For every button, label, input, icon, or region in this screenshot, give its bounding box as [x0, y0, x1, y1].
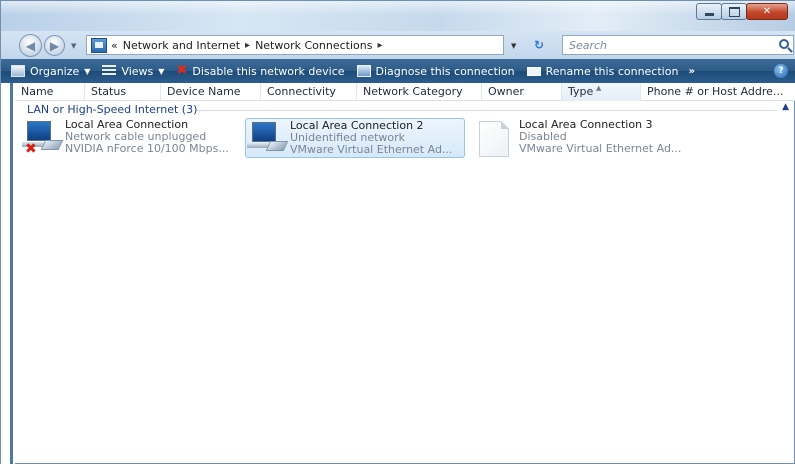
diagnose-label: Diagnose this connection [375, 64, 515, 78]
disable-device-button[interactable]: ✖ Disable this network device [170, 59, 350, 83]
views-icon [102, 65, 117, 77]
disable-x-icon: ✖ [176, 63, 188, 78]
connection-item[interactable]: ✖ Local Area Connection Network cable un… [21, 118, 241, 158]
document-icon [479, 121, 509, 157]
network-cable-icon [40, 140, 64, 150]
connection-details: Local Area Connection 3 Disabled VMware … [519, 118, 681, 158]
column-phone-host[interactable]: Phone # or Host Addre... [641, 83, 795, 101]
connection-device: VMware Virtual Ethernet Ad... [290, 143, 453, 156]
breadcrumb-overflow[interactable]: « [111, 39, 118, 52]
organize-button[interactable]: Organize ▼ [1, 59, 96, 83]
column-headers: Name Status Device Name Connectivity Net… [15, 83, 795, 101]
breadcrumb-network-connections[interactable]: Network Connections [255, 39, 372, 52]
network-pc-icon [246, 119, 290, 159]
chevron-down-icon: ▼ [158, 66, 165, 76]
refresh-button[interactable]: ↻ [525, 35, 553, 55]
help-icon[interactable]: ? [774, 64, 788, 78]
connection-item[interactable]: Local Area Connection 3 Disabled VMware … [475, 118, 695, 158]
monitor-icon [247, 122, 281, 148]
search-icon[interactable] [779, 39, 789, 49]
group-divider [197, 110, 777, 111]
column-connectivity[interactable]: Connectivity [261, 83, 357, 101]
breadcrumb-network-and-internet[interactable]: Network and Internet [123, 39, 240, 52]
rename-button[interactable]: Rename this connection » [521, 59, 701, 83]
address-dropdown[interactable]: ▼ [511, 42, 516, 50]
diagnose-button[interactable]: Diagnose this connection [351, 59, 521, 83]
column-status[interactable]: Status [85, 83, 161, 101]
close-button[interactable]: ✕ [746, 3, 788, 20]
organize-label: Organize [30, 64, 80, 78]
group-label: LAN or High-Speed Internet (3) [27, 103, 204, 116]
diagnose-icon [356, 65, 371, 77]
chevron-down-icon: ▼ [84, 66, 91, 76]
forward-button[interactable]: ▶ [44, 35, 65, 56]
organize-icon [11, 65, 25, 77]
views-button[interactable]: Views ▼ [96, 59, 170, 83]
disable-label: Disable this network device [192, 64, 345, 78]
title-bar[interactable]: ✕ [1, 1, 795, 31]
pane-splitter[interactable] [10, 83, 13, 464]
group-header[interactable]: LAN or High-Speed Internet (3) ▲ [27, 102, 789, 117]
command-bar: Organize ▼ Views ▼ ✖ Disable this networ… [1, 59, 795, 83]
connection-details: Local Area Connection 2 Unidentified net… [290, 119, 452, 157]
explorer-window: ✕ ◀ ▶ ▼ « Network and Internet ▸ Network… [0, 0, 795, 464]
more-commands-icon[interactable]: » [688, 66, 694, 77]
breadcrumb-separator[interactable]: ▸ [245, 40, 250, 51]
column-type-label: Type [568, 85, 594, 98]
caption-buttons: ✕ [696, 3, 788, 20]
column-type[interactable]: ▲ Type [562, 83, 641, 101]
recent-pages-dropdown[interactable]: ▼ [71, 42, 76, 50]
search-placeholder: Search [569, 38, 608, 52]
sort-ascending-icon: ▲ [596, 84, 602, 92]
connection-item-selected[interactable]: Local Area Connection 2 Unidentified net… [245, 118, 465, 158]
rename-label: Rename this connection [545, 64, 679, 78]
views-label: Views [121, 64, 154, 78]
address-row: ◀ ▶ ▼ « Network and Internet ▸ Network C… [1, 31, 795, 59]
collapse-group-icon[interactable]: ▲ [782, 102, 789, 112]
network-folder-icon [91, 37, 107, 53]
blank-document-icon [475, 118, 519, 158]
breadcrumb-separator[interactable]: ▸ [377, 40, 382, 51]
connection-device: NVIDIA nForce 10/100 Mbps... [65, 142, 229, 155]
connection-device: VMware Virtual Ethernet Ad... [519, 142, 682, 155]
address-bar[interactable]: « Network and Internet ▸ Network Connect… [86, 35, 504, 55]
back-button[interactable]: ◀ [19, 34, 42, 57]
unplugged-x-icon: ✖ [25, 141, 37, 157]
column-owner[interactable]: Owner [482, 83, 562, 101]
connection-details: Local Area Connection Network cable unpl… [65, 118, 229, 158]
maximize-button[interactable] [721, 3, 747, 20]
rename-icon [526, 66, 541, 76]
column-device-name[interactable]: Device Name [161, 83, 261, 101]
column-name[interactable]: Name [15, 83, 85, 101]
search-input[interactable]: Search [562, 35, 794, 55]
minimize-button[interactable] [696, 3, 722, 20]
column-network-category[interactable]: Network Category [357, 83, 482, 101]
monitor-icon [22, 121, 56, 147]
network-pc-icon: ✖ [21, 118, 65, 158]
network-cable-icon [265, 141, 289, 151]
